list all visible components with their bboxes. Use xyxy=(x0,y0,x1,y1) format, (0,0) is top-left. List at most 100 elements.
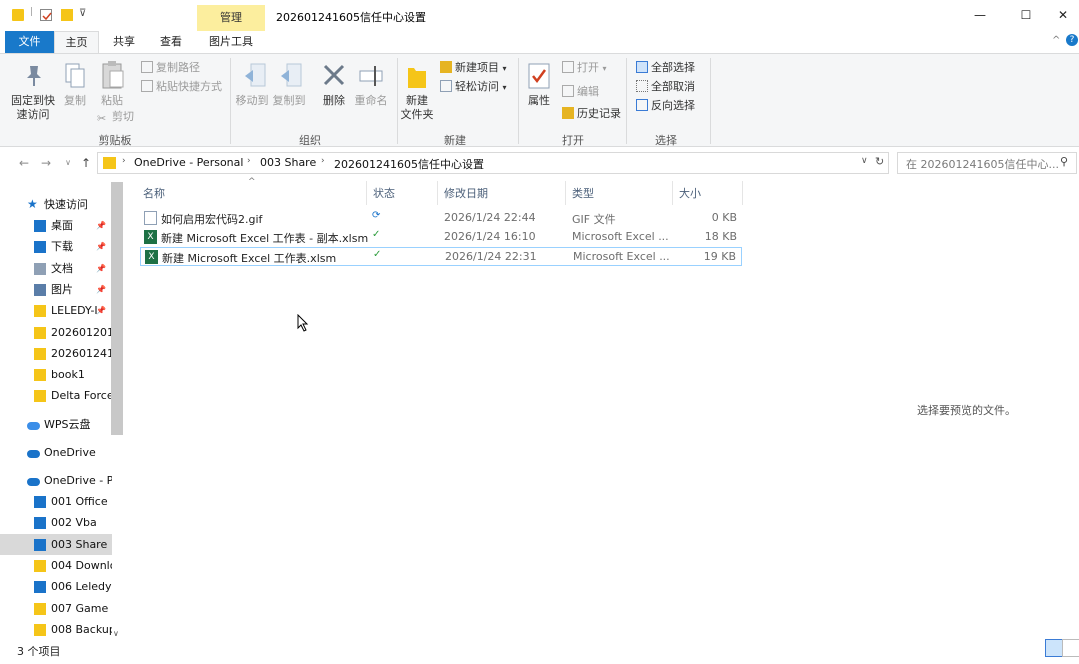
rename-button[interactable]: 重命名 xyxy=(352,94,390,108)
new-folder-icon[interactable] xyxy=(61,9,73,21)
address-bar[interactable]: › OneDrive - Personal › 003 Share › 2026… xyxy=(97,152,889,174)
folder-icon xyxy=(34,390,46,403)
search-input[interactable]: 在 202601241605信任中心... ⚲ xyxy=(897,152,1077,174)
tab-view[interactable]: 查看 xyxy=(152,31,190,53)
scroll-down-icon[interactable]: ∨ xyxy=(113,629,119,638)
history-button[interactable]: 历史记录 xyxy=(562,106,621,122)
chevron-down-icon[interactable]: ∨ xyxy=(861,156,868,166)
column-header-status[interactable]: 状态 xyxy=(373,185,395,201)
nav-item-onedrive-folder[interactable]: 002 Vba xyxy=(0,512,112,533)
breadcrumb-onedrive[interactable]: OneDrive - Personal xyxy=(134,156,243,169)
large-icons-view-icon[interactable] xyxy=(1062,639,1079,657)
nav-item-onedrive-folder[interactable]: 007 Game xyxy=(0,598,112,619)
file-row[interactable]: 如何启用宏代码2.gif 2026/1/24 22:44 GIF 文件 0 KB ⟳ xyxy=(140,209,742,228)
easy-access-button[interactable]: 轻松访问 ▾ xyxy=(440,79,507,95)
copy-path-button[interactable]: 复制路径 xyxy=(141,60,200,76)
nav-item[interactable]: 桌面 📌 xyxy=(0,215,112,236)
forward-arrow-icon[interactable]: → xyxy=(38,155,54,171)
move-to-button[interactable]: 移动到 xyxy=(234,94,270,108)
back-arrow-icon[interactable]: ← xyxy=(16,155,32,171)
group-label-open: 打开 xyxy=(562,134,584,147)
nav-item[interactable]: 202601241605 xyxy=(0,343,112,364)
column-divider[interactable] xyxy=(672,181,673,205)
nav-item-onedrive-folder[interactable]: 008 Backup xyxy=(0,619,112,640)
nav-item[interactable]: 图片 📌 xyxy=(0,279,112,300)
folder-icon[interactable] xyxy=(12,9,24,21)
properties-button[interactable]: 属性 xyxy=(523,94,555,108)
nav-item[interactable]: Delta Force xyxy=(0,385,112,406)
copy-to-button[interactable]: 复制到 xyxy=(271,94,307,108)
open-button[interactable]: 打开 ▾ xyxy=(562,60,607,76)
tab-manage[interactable]: 管理 xyxy=(197,5,265,31)
breadcrumb-003-share[interactable]: 003 Share xyxy=(260,156,316,169)
select-all-button[interactable]: 全部选择 xyxy=(636,60,695,76)
delete-icon xyxy=(322,63,346,90)
copy-button[interactable]: 复制 xyxy=(60,94,90,108)
nav-item[interactable]: 文档 📌 xyxy=(0,258,112,279)
customize-quick-access-icon[interactable]: ⊽ xyxy=(79,8,86,19)
easy-access-icon xyxy=(440,80,452,92)
properties-icon[interactable] xyxy=(40,9,52,21)
nav-item[interactable]: LELEDY-I 📌 xyxy=(0,300,112,321)
search-icon[interactable]: ⚲ xyxy=(1060,155,1068,168)
scrollbar-thumb[interactable] xyxy=(111,182,123,435)
nav-quick-access[interactable]: ★ 快速访问 xyxy=(0,194,112,215)
column-divider[interactable] xyxy=(742,181,743,205)
invert-selection-button[interactable]: 反向选择 xyxy=(636,98,695,114)
new-item-icon xyxy=(440,61,452,73)
nav-wps-cloud[interactable]: WPS云盘 xyxy=(0,414,112,435)
excel-file-icon: X xyxy=(145,250,158,264)
help-icon[interactable]: ? xyxy=(1066,34,1078,46)
close-button[interactable]: ✕ xyxy=(1053,5,1073,25)
new-folder-button[interactable]: 新建 文件夹 xyxy=(398,94,436,122)
column-divider[interactable] xyxy=(437,181,438,205)
column-header-name[interactable]: 名称 xyxy=(143,185,165,201)
pin-icon: 📌 xyxy=(96,263,106,273)
minimize-button[interactable]: — xyxy=(970,5,990,25)
file-row[interactable]: X 新建 Microsoft Excel 工作表 - 副本.xlsm 2026/1/… xyxy=(140,228,742,247)
synced-check-icon: ✓ xyxy=(373,249,382,260)
maximize-button[interactable]: ☐ xyxy=(1016,5,1036,25)
nav-item-onedrive-folder[interactable]: 001 Office xyxy=(0,491,112,512)
refresh-icon[interactable]: ↻ xyxy=(875,155,884,168)
nav-item[interactable]: book1 xyxy=(0,364,112,385)
pin-to-quick-access-button[interactable]: 固定到快 速访问 xyxy=(8,94,58,122)
nav-item[interactable]: 2026012018 xyxy=(0,322,112,343)
select-none-button[interactable]: 全部取消 xyxy=(636,79,695,95)
file-size: 0 KB xyxy=(711,211,737,224)
recent-locations-icon[interactable]: ∨ xyxy=(60,155,76,171)
cut-button[interactable]: ✂ 剪切 xyxy=(97,109,134,125)
up-arrow-icon[interactable]: ↑ xyxy=(78,155,94,171)
column-divider[interactable] xyxy=(366,181,367,205)
column-header-type[interactable]: 类型 xyxy=(572,185,594,201)
edit-button[interactable]: 编辑 xyxy=(562,84,599,100)
paste-shortcut-button[interactable]: 粘贴快捷方式 xyxy=(141,79,222,95)
nav-item-onedrive-folder[interactable]: 003 Share xyxy=(0,533,112,555)
paste-button[interactable]: 粘贴 xyxy=(97,94,127,108)
collapse-ribbon-icon[interactable]: ^ xyxy=(1052,35,1060,46)
chevron-right-icon[interactable]: › xyxy=(247,156,251,166)
breadcrumb-current-folder[interactable]: 202601241605信任中心设置 xyxy=(334,156,484,172)
column-header-size[interactable]: 大小 xyxy=(679,185,701,201)
tab-share[interactable]: 共享 xyxy=(105,31,143,53)
tab-home[interactable]: 主页 xyxy=(54,31,99,53)
file-row[interactable]: X 新建 Microsoft Excel 工作表.xlsm 2026/1/24 22… xyxy=(140,247,742,266)
select-all-icon xyxy=(636,61,648,73)
nav-item-onedrive-folder[interactable]: 006 Leledy xyxy=(0,576,112,597)
chevron-right-icon[interactable]: › xyxy=(321,156,325,166)
nav-onedrive-personal[interactable]: OneDrive - P xyxy=(0,470,112,491)
nav-item[interactable]: 下载 📌 xyxy=(0,236,112,257)
column-divider[interactable] xyxy=(565,181,566,205)
star-icon: ★ xyxy=(27,197,38,211)
delete-button[interactable]: 删除 xyxy=(318,94,350,108)
new-item-button[interactable]: 新建项目 ▾ xyxy=(440,60,507,76)
column-header-modified[interactable]: 修改日期 xyxy=(444,185,488,201)
onedrive-icon xyxy=(27,450,40,458)
nav-onedrive[interactable]: OneDrive xyxy=(0,442,112,463)
tab-file[interactable]: 文件 xyxy=(5,31,54,53)
folder-icon xyxy=(34,623,46,636)
tab-picture-tools[interactable]: 图片工具 xyxy=(200,31,262,53)
nav-item-onedrive-folder[interactable]: 004 Download xyxy=(0,555,112,576)
chevron-right-icon[interactable]: › xyxy=(122,156,126,166)
details-view-icon[interactable] xyxy=(1045,639,1063,657)
